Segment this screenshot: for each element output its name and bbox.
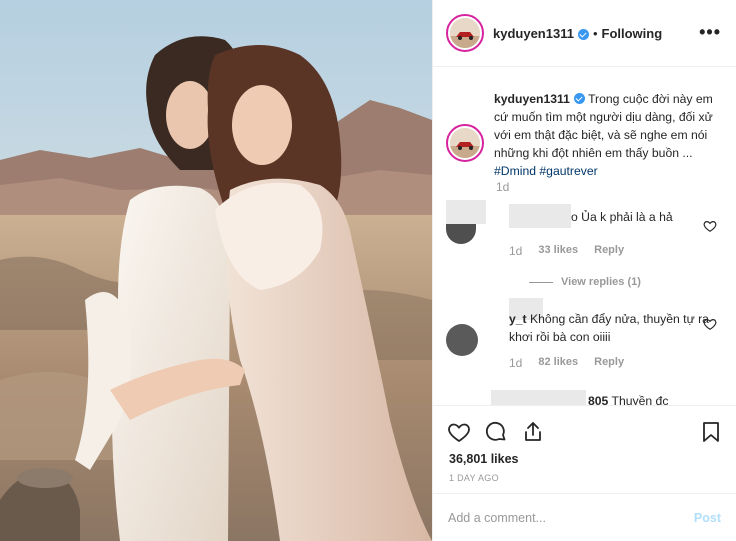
action-icons <box>447 420 545 444</box>
following-button[interactable]: Following <box>602 26 663 41</box>
more-options-icon[interactable]: ••• <box>699 22 721 43</box>
caption-time[interactable]: 1d <box>496 180 509 194</box>
comment-username[interactable]: y_t <box>509 312 527 326</box>
author-username[interactable]: kyduyen1311 <box>493 26 574 41</box>
separator-dot: • <box>592 25 598 41</box>
comment-time[interactable]: 1d <box>509 356 522 370</box>
comment-text: y_t Không cần đẩy nửa, thuyền tự ra khơi… <box>509 312 709 344</box>
comment-time[interactable]: 1d <box>509 244 522 258</box>
hashtag-link[interactable]: #gautrever <box>539 164 597 178</box>
post-side-panel: kyduyen1311 • Following ••• kyduyen1311 … <box>432 0 736 541</box>
comments-list[interactable]: kyduyen1311 Trong cuộc đời này em cứ muố… <box>433 68 736 405</box>
commenter-avatar[interactable] <box>446 224 476 244</box>
comment-meta: 1d 33 likes Reply <box>509 244 624 258</box>
reply-button[interactable]: Reply <box>594 356 624 370</box>
comment-likes[interactable]: 82 likes <box>538 356 578 370</box>
post-timestamp[interactable]: 1 DAY AGO <box>449 473 499 483</box>
heart-icon[interactable] <box>703 317 717 331</box>
heart-icon[interactable] <box>703 219 717 233</box>
bookmark-button[interactable] <box>699 420 723 444</box>
avatar-image <box>450 128 480 158</box>
share-icon[interactable] <box>521 420 545 444</box>
avatar-image <box>450 18 480 48</box>
comment-item: y_t Không cần đẩy nửa, thuyền tự ra khơi… <box>446 298 731 378</box>
comment-likes[interactable]: 33 likes <box>538 244 578 258</box>
post-photo[interactable] <box>0 0 432 541</box>
post-actions: 36,801 likes 1 DAY AGO <box>433 405 736 505</box>
comment-input[interactable] <box>448 508 668 528</box>
post-comment-button[interactable]: Post <box>694 511 721 525</box>
heart-icon[interactable] <box>447 420 471 444</box>
bookmark-icon <box>703 422 719 442</box>
photo-illustration <box>0 0 432 541</box>
likes-count[interactable]: 36,801 likes <box>449 452 519 466</box>
comment-icon[interactable] <box>484 420 508 444</box>
commenter-avatar[interactable] <box>446 324 478 356</box>
hashtag-link[interactable]: #Dmind <box>494 164 536 178</box>
comment-text: 805 Thuyền đc <box>588 392 708 405</box>
caption-username[interactable]: kyduyen1311 <box>494 92 570 106</box>
redacted-username <box>509 204 571 228</box>
add-comment-bar: Post <box>433 493 736 541</box>
reply-button[interactable]: Reply <box>594 244 624 258</box>
verified-badge-icon <box>573 93 585 104</box>
comment-text: o Ủa k phải là a hả <box>571 210 673 224</box>
view-replies-button[interactable]: View replies (1) <box>529 276 641 288</box>
comment-item: o Ủa k phải là a hả 1d 33 likes Reply <box>446 200 731 280</box>
caption-avatar[interactable] <box>446 124 484 162</box>
comment-username[interactable]: 805 <box>588 394 608 405</box>
caption: kyduyen1311 Trong cuộc đời này em cứ muố… <box>446 90 731 180</box>
redacted-avatar <box>446 200 486 224</box>
author-avatar[interactable] <box>446 14 484 52</box>
comment-meta: 1d 82 likes Reply <box>509 356 624 370</box>
post-header: kyduyen1311 • Following ••• <box>433 0 736 67</box>
caption-text: kyduyen1311 Trong cuộc đời này em cứ muố… <box>494 90 726 180</box>
verified-badge-icon <box>577 28 589 40</box>
redacted-username <box>491 390 586 405</box>
comment-item: 805 Thuyền đc <box>446 390 731 405</box>
